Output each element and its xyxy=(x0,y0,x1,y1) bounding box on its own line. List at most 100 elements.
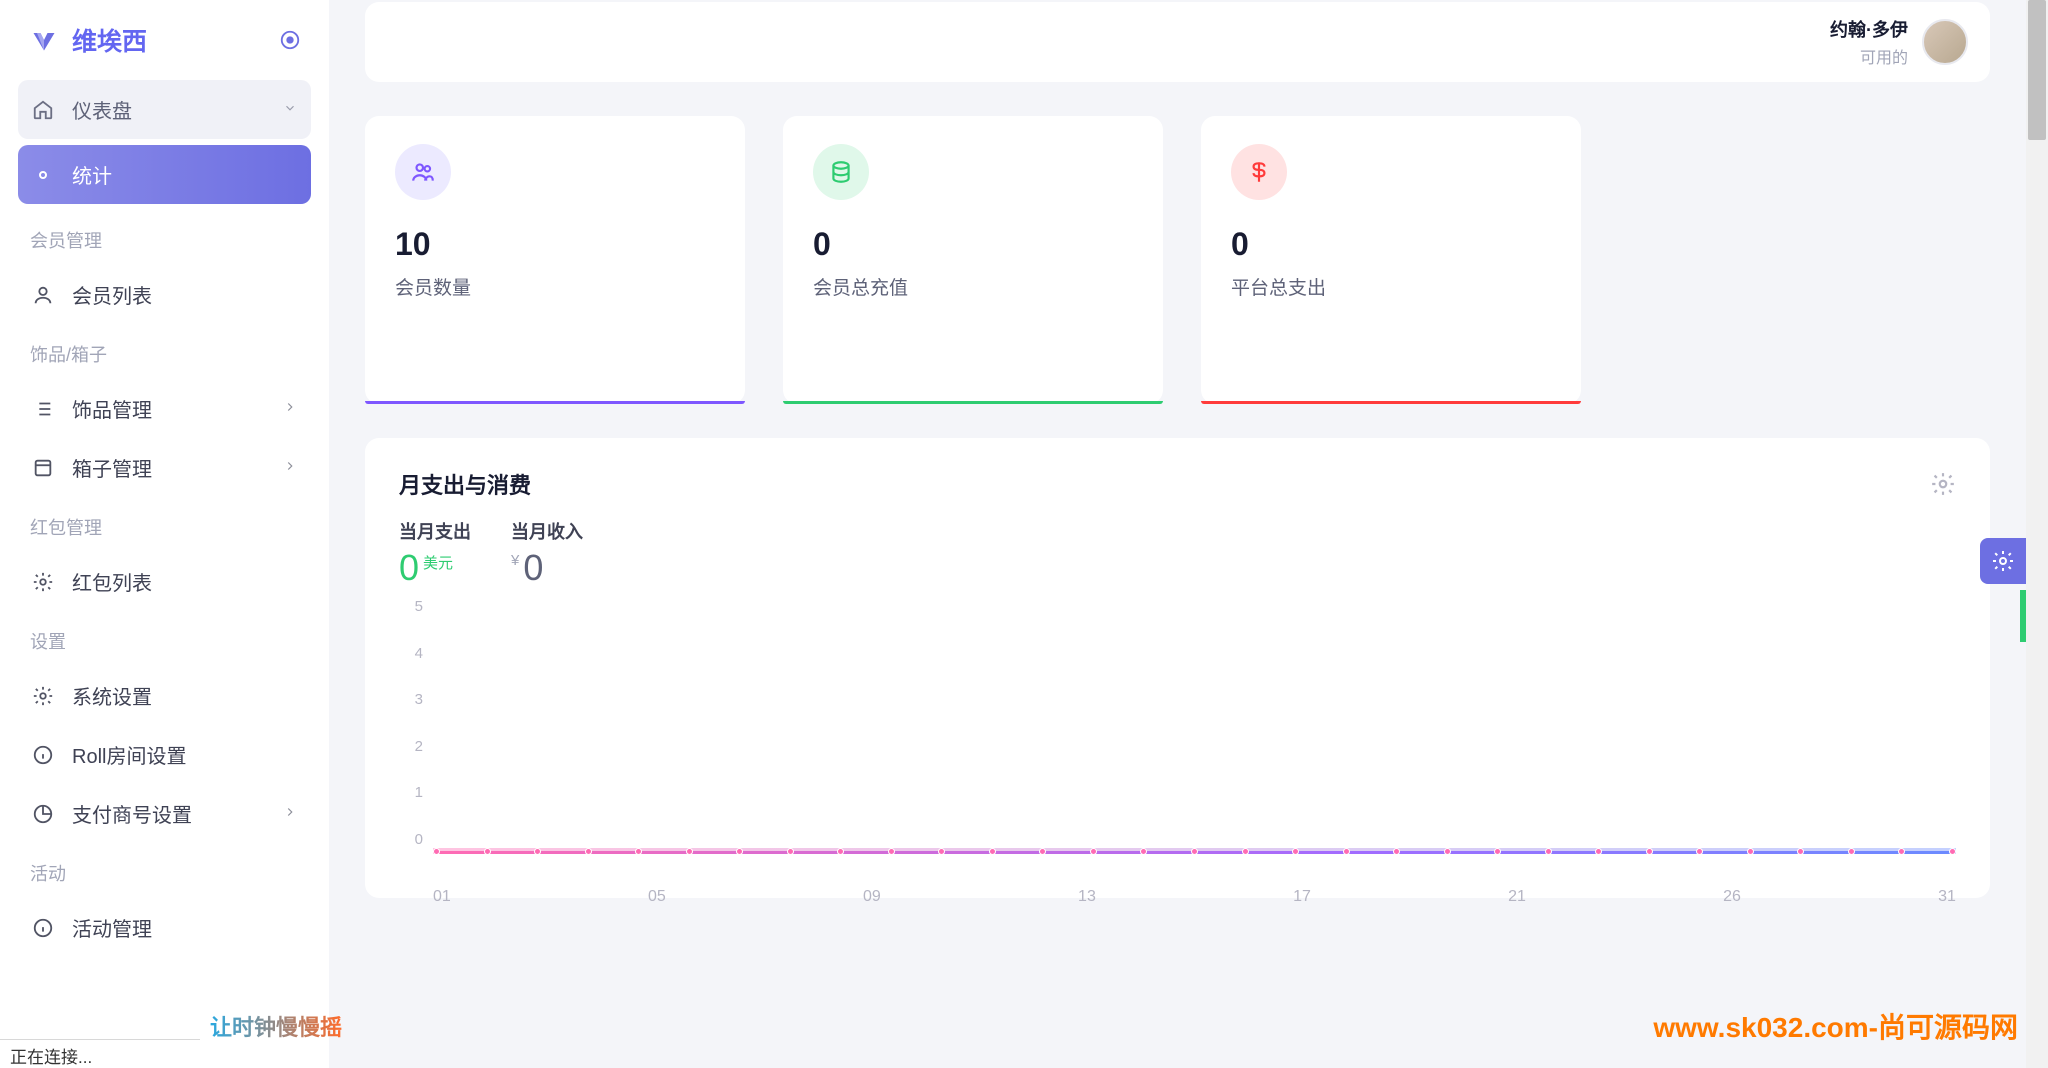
y-tick: 0 xyxy=(399,831,423,848)
metrics: 当月支出 0 美元 当月收入 ¥ 0 xyxy=(399,518,1956,586)
chart-area: 543210 0105091317212631 xyxy=(399,598,1956,878)
sidebar-toggle-icon[interactable] xyxy=(279,29,301,51)
chart-point xyxy=(484,848,491,855)
chart-point xyxy=(433,848,440,855)
section-settings: 设置 xyxy=(18,611,311,666)
brand-name: 维埃西 xyxy=(72,22,147,58)
list-icon xyxy=(32,398,54,420)
chart-plot xyxy=(433,604,1956,854)
nav-label: 饰品管理 xyxy=(72,394,152,423)
x-label: 13 xyxy=(1078,888,1096,906)
info-icon xyxy=(32,744,54,766)
stat-label: 会员总充值 xyxy=(813,273,1133,300)
chart-point xyxy=(635,848,642,855)
section-ornament: 饰品/箱子 xyxy=(18,324,311,379)
nav-payment[interactable]: 支付商号设置 xyxy=(18,784,311,843)
stats-row: 10 会员数量 0 会员总充值 0 平台总支出 xyxy=(365,116,1990,404)
x-label: 01 xyxy=(433,888,451,906)
chart-point xyxy=(837,848,844,855)
box-icon xyxy=(32,457,54,479)
x-labels: 0105091317212631 xyxy=(433,888,1956,906)
users-icon xyxy=(395,144,451,200)
x-label: 17 xyxy=(1293,888,1311,906)
y-tick: 3 xyxy=(399,691,423,708)
main: 约翰·多伊 可用的 10 会员数量 0 会员总充值 0 平台总支出 xyxy=(329,0,2026,1068)
nav-roll-room[interactable]: Roll房间设置 xyxy=(18,725,311,784)
chart-point xyxy=(1696,848,1703,855)
scrollbar-thumb[interactable] xyxy=(2028,0,2046,140)
chart-point xyxy=(686,848,693,855)
brand[interactable]: 维埃西 xyxy=(30,22,147,58)
y-ticks: 543210 xyxy=(399,598,423,848)
y-tick: 2 xyxy=(399,738,423,755)
database-icon xyxy=(813,144,869,200)
chart-dots xyxy=(433,848,1956,856)
user-status: 可用的 xyxy=(1830,44,1908,68)
chart-point xyxy=(1545,848,1552,855)
info-icon xyxy=(32,917,54,939)
dollar-icon xyxy=(1231,144,1287,200)
brand-row: 维埃西 xyxy=(18,10,311,80)
chart-point xyxy=(1242,848,1249,855)
chevron-right-icon xyxy=(283,397,297,420)
chart-point xyxy=(1039,848,1046,855)
avatar[interactable] xyxy=(1922,19,1968,65)
x-label: 21 xyxy=(1508,888,1526,906)
nav-redpacket-list[interactable]: 红包列表 xyxy=(18,552,311,611)
section-redpacket: 红包管理 xyxy=(18,497,311,552)
chart-point xyxy=(1140,848,1147,855)
stat-label: 会员数量 xyxy=(395,273,715,300)
y-tick: 5 xyxy=(399,598,423,615)
chart-point xyxy=(1595,848,1602,855)
pie-icon xyxy=(32,803,54,825)
metric-income: 当月收入 ¥ 0 xyxy=(511,518,583,586)
settings-fab[interactable] xyxy=(1980,538,2026,584)
nav-system-settings[interactable]: 系统设置 xyxy=(18,666,311,725)
chart-point xyxy=(938,848,945,855)
chart-point xyxy=(1444,848,1451,855)
stat-value: 10 xyxy=(395,226,715,263)
watermark-1: 让时钟慢慢摇 xyxy=(210,1010,342,1042)
x-label: 05 xyxy=(648,888,666,906)
side-accent xyxy=(2020,590,2026,642)
chart-point xyxy=(787,848,794,855)
bullet-icon xyxy=(32,164,54,186)
x-label: 09 xyxy=(863,888,881,906)
chevron-right-icon xyxy=(283,456,297,479)
scrollbar[interactable] xyxy=(2026,0,2048,1068)
chart-point xyxy=(989,848,996,855)
nav-label: 红包列表 xyxy=(72,567,152,596)
nav-label: Roll房间设置 xyxy=(72,740,186,769)
watermark-2: www.sk032.com-尚可源码网 xyxy=(1653,1006,2018,1046)
brand-logo-icon xyxy=(30,26,58,54)
nav-ornament-manage[interactable]: 饰品管理 xyxy=(18,379,311,438)
user-block[interactable]: 约翰·多伊 可用的 xyxy=(1830,16,1968,68)
nav-stats[interactable]: 统计 xyxy=(18,145,311,204)
stat-card-recharge: 0 会员总充值 xyxy=(783,116,1163,404)
nav-label: 统计 xyxy=(72,160,112,189)
metric-label: 当月支出 xyxy=(399,518,471,544)
chart-card: 月支出与消费 当月支出 0 美元 当月收入 ¥ 0 xyxy=(365,438,1990,898)
chart-point xyxy=(1343,848,1350,855)
nav-activity-manage[interactable]: 活动管理 xyxy=(18,898,311,957)
metric-currency: ¥ xyxy=(511,552,519,569)
chart-point xyxy=(1747,848,1754,855)
metric-label: 当月收入 xyxy=(511,518,583,544)
section-member: 会员管理 xyxy=(18,210,311,265)
stat-label: 平台总支出 xyxy=(1231,273,1551,300)
nav-member-list[interactable]: 会员列表 xyxy=(18,265,311,324)
nav-label: 仪表盘 xyxy=(72,95,132,124)
chart-point xyxy=(888,848,895,855)
metric-expense: 当月支出 0 美元 xyxy=(399,518,471,586)
section-activity: 活动 xyxy=(18,843,311,898)
stat-card-expense: 0 平台总支出 xyxy=(1201,116,1581,404)
chart-point xyxy=(1848,848,1855,855)
chart-point xyxy=(1898,848,1905,855)
chart-point xyxy=(1797,848,1804,855)
user-icon xyxy=(32,284,54,306)
nav-dashboard[interactable]: 仪表盘 xyxy=(18,80,311,139)
nav-box-manage[interactable]: 箱子管理 xyxy=(18,438,311,497)
chart-settings-icon[interactable] xyxy=(1930,471,1956,497)
chart-point xyxy=(1494,848,1501,855)
metric-currency: 美元 xyxy=(423,552,453,573)
